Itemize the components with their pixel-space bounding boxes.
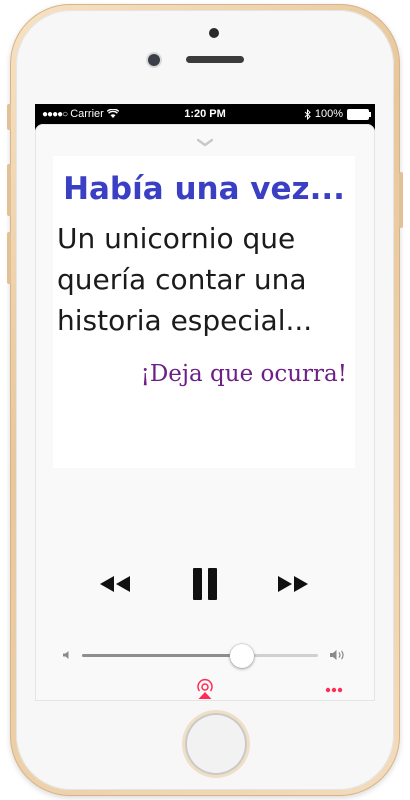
volume-slider-fill xyxy=(82,654,243,657)
airplay-icon[interactable] xyxy=(194,678,216,700)
status-right: 100% xyxy=(304,108,371,120)
now-playing-card: Había una vez... Un unicornio que quería… xyxy=(35,124,375,701)
rewind-button[interactable] xyxy=(93,564,137,604)
mute-switch xyxy=(7,104,11,130)
screen: ●●●●○ Carrier 1:20 PM 100% Había una vez… xyxy=(35,104,375,701)
proximity-sensor xyxy=(209,28,219,38)
bluetooth-icon xyxy=(304,108,311,120)
pause-icon xyxy=(193,568,217,600)
battery-icon xyxy=(347,108,371,120)
volume-slider-thumb[interactable] xyxy=(230,644,255,668)
fast-forward-icon xyxy=(278,576,308,592)
artwork-title: Había una vez... xyxy=(63,171,345,207)
volume-up-button xyxy=(7,164,11,216)
volume-control xyxy=(35,644,375,668)
power-button xyxy=(399,172,403,228)
rewind-icon xyxy=(100,576,130,592)
artwork-body: Un unicornio que quería contar una histo… xyxy=(57,222,313,337)
earpiece-speaker xyxy=(186,56,244,63)
front-camera-icon xyxy=(148,54,160,66)
volume-slider[interactable] xyxy=(82,644,318,668)
volume-low-icon xyxy=(63,651,69,659)
playback-controls xyxy=(35,564,375,604)
chevron-down-icon[interactable] xyxy=(197,138,213,148)
bottom-actions xyxy=(35,676,375,701)
fast-forward-button[interactable] xyxy=(271,564,315,604)
more-icon[interactable] xyxy=(325,687,343,693)
artwork: Había una vez... Un unicornio que quería… xyxy=(53,156,355,468)
volume-high-icon xyxy=(330,650,344,660)
volume-down-button xyxy=(7,232,11,284)
pause-button[interactable] xyxy=(183,564,227,604)
status-bar: ●●●●○ Carrier 1:20 PM 100% xyxy=(35,104,375,124)
home-button[interactable] xyxy=(185,713,247,775)
artwork-cta: ¡Deja que ocurra! xyxy=(140,361,347,387)
battery-percent: 100% xyxy=(314,108,343,120)
